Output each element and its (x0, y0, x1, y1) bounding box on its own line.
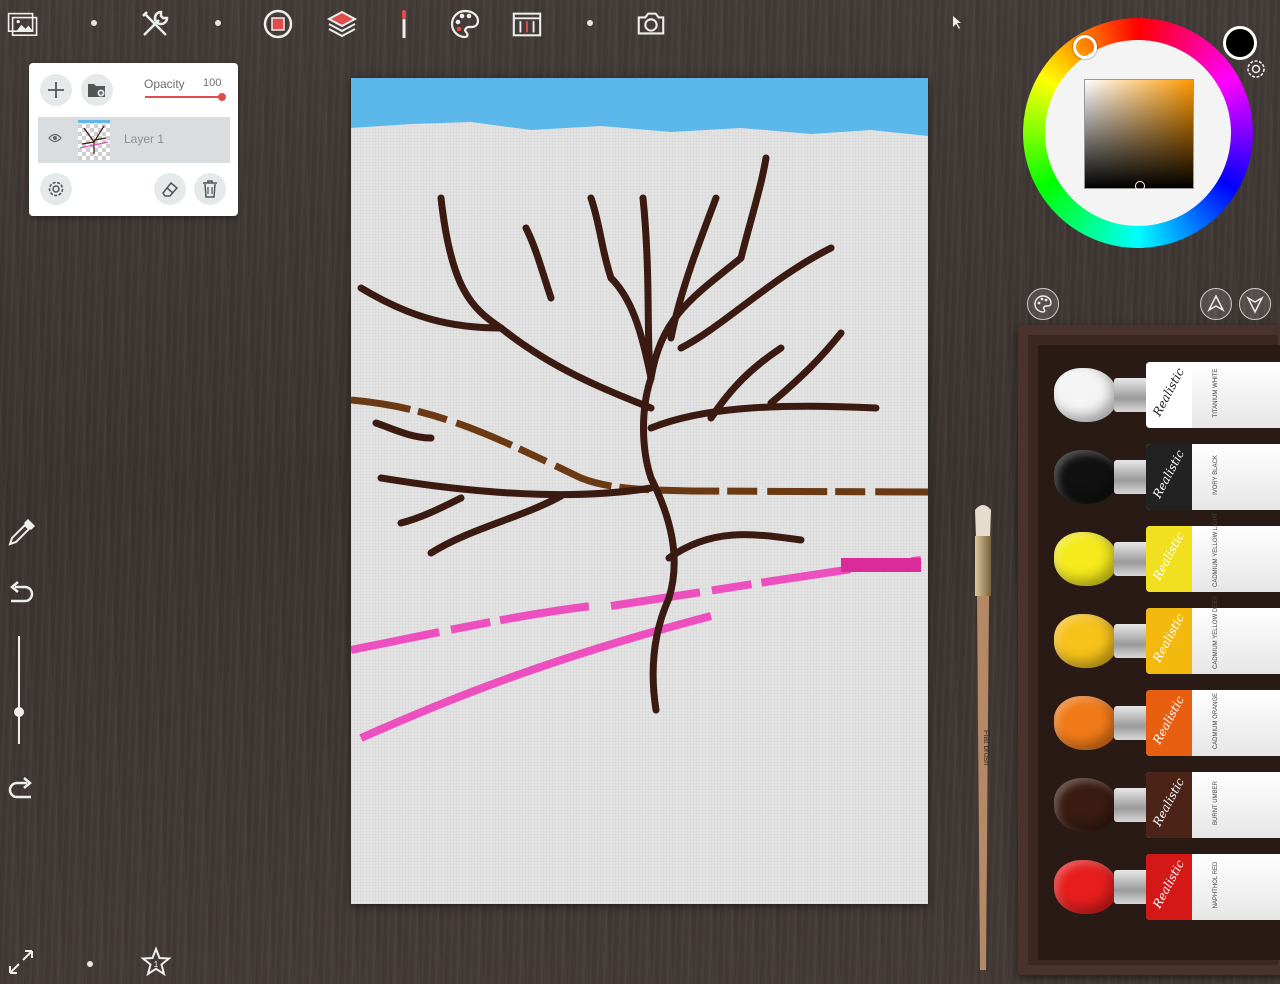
opacity-slider[interactable] (145, 96, 223, 98)
brush-label: Flat brush (982, 730, 991, 766)
fullscreen-icon[interactable] (5, 946, 37, 978)
palette-icon[interactable] (449, 8, 481, 40)
eye-icon[interactable] (48, 133, 62, 143)
add-layer-button[interactable] (40, 74, 72, 106)
paint-blob (1054, 696, 1118, 750)
tube-body: Realistic CADMIUM YELLOW LIGHT (1146, 512, 1280, 592)
tube-brand: Realistic (1150, 529, 1188, 583)
redo-icon[interactable] (5, 774, 37, 806)
layers-icon[interactable] (326, 8, 358, 40)
paint-tube[interactable]: Realistic CADMIUM YELLOW LIGHT (1050, 512, 1280, 594)
brush-size-slider-knob[interactable] (14, 707, 24, 717)
brush-tool-icon[interactable] (388, 8, 420, 40)
tube-brand: Realistic (1150, 447, 1188, 501)
tube-body: Realistic NAPHTHOL RED (1146, 854, 1280, 920)
tube-band: Realistic (1146, 854, 1192, 920)
brush-size-slider[interactable] (18, 636, 20, 744)
tube-band: Realistic (1146, 526, 1192, 592)
scroll-up-button[interactable] (1200, 288, 1232, 320)
paint-tube[interactable]: Realistic BURNT UMBER (1050, 768, 1280, 840)
gallery-icon[interactable] (7, 8, 39, 40)
tube-neck (1114, 706, 1150, 740)
paint-blob (1054, 368, 1118, 422)
tube-neck (1114, 624, 1150, 658)
tube-color-name: NAPHTHOL RED (1213, 861, 1219, 909)
paint-blob (1054, 778, 1118, 832)
tube-neck (1114, 788, 1150, 822)
add-group-button[interactable] (81, 74, 113, 106)
eyedropper-icon[interactable] (6, 516, 38, 548)
svg-text:1: 1 (154, 960, 159, 969)
paint-tube[interactable]: Realistic IVORY BLACK (1050, 440, 1280, 512)
saturation-value-square[interactable] (1084, 79, 1194, 189)
favorites-star-icon[interactable]: 1 (140, 946, 172, 978)
tube-brand: Realistic (1150, 693, 1188, 747)
tube-band: Realistic (1146, 362, 1192, 428)
toolbar-separator-dot (215, 20, 221, 26)
paint-blob (1054, 450, 1118, 504)
opacity-slider-knob[interactable] (218, 93, 226, 101)
flat-brush[interactable]: Flat brush (960, 500, 1010, 975)
paint-tube[interactable]: Realistic TITANIUM WHITE (1050, 358, 1280, 430)
tube-brand: Realistic (1150, 611, 1188, 665)
tube-body: Realistic TITANIUM WHITE (1146, 362, 1280, 428)
tube-color-name: CADMIUM YELLOW LIGHT (1213, 512, 1219, 587)
tube-color-name: IVORY BLACK (1213, 455, 1219, 495)
tools-icon[interactable] (139, 8, 171, 40)
tube-body: Realistic BURNT UMBER (1146, 772, 1280, 838)
layer-settings-button[interactable] (40, 173, 72, 205)
tube-color-name: BURNT UMBER (1213, 781, 1219, 825)
tube-body: Realistic IVORY BLACK (1146, 444, 1280, 510)
paint-tube[interactable]: Realistic CADMIUM YELLOW DEEP (1050, 595, 1280, 676)
tube-band: Realistic (1146, 690, 1192, 756)
artwork (351, 78, 928, 742)
toolbar-separator-dot (87, 961, 93, 967)
paint-blob (1054, 532, 1118, 586)
drawing-canvas[interactable] (351, 78, 928, 904)
record-icon[interactable] (262, 8, 294, 40)
layer-thumbnail (78, 120, 110, 160)
tube-body: Realistic CADMIUM YELLOW DEEP (1146, 595, 1280, 674)
tube-band: Realistic (1146, 608, 1192, 674)
paint-tube[interactable]: Realistic CADMIUM ORANGE (1050, 686, 1280, 758)
tube-brand: Realistic (1150, 365, 1188, 419)
tube-neck (1114, 378, 1150, 412)
toolbar-separator-dot (91, 20, 97, 26)
eraser-button[interactable] (154, 173, 186, 205)
layer-row[interactable]: Layer 1 (38, 117, 230, 163)
tube-band: Realistic (1146, 772, 1192, 838)
opacity-value: 100 (203, 77, 222, 89)
palette-mode-button[interactable] (1027, 288, 1059, 320)
tube-neck (1114, 460, 1150, 494)
color-settings-icon[interactable] (1245, 58, 1267, 80)
hue-handle[interactable] (1073, 35, 1097, 59)
tube-color-name: CADMIUM YELLOW DEEP (1213, 595, 1219, 669)
paint-tube[interactable]: Realistic NAPHTHOL RED (1050, 850, 1280, 922)
undo-icon[interactable] (5, 578, 37, 610)
tube-brand: Realistic (1150, 857, 1188, 911)
paint-blob (1054, 860, 1118, 914)
tube-band: Realistic (1146, 444, 1192, 510)
tube-neck (1114, 542, 1150, 576)
delete-layer-button[interactable] (194, 173, 226, 205)
tube-color-name: CADMIUM ORANGE (1213, 692, 1219, 750)
paint-blob (1054, 614, 1118, 668)
tube-brand: Realistic (1150, 775, 1188, 829)
cursor-icon (951, 15, 963, 31)
tube-color-name: TITANIUM WHITE (1213, 368, 1219, 418)
canvas-settings-icon[interactable] (511, 8, 543, 40)
opacity-label: Opacity (144, 77, 185, 91)
toolbar-separator-dot (587, 20, 593, 26)
tube-neck (1114, 870, 1150, 904)
saturation-value-handle[interactable] (1135, 181, 1145, 191)
layer-name: Layer 1 (124, 132, 165, 146)
camera-icon[interactable] (635, 8, 667, 40)
tube-body: Realistic CADMIUM ORANGE (1146, 690, 1280, 756)
scroll-down-button[interactable] (1239, 288, 1271, 320)
layers-panel: Opacity 100 Layer 1 (29, 63, 238, 216)
current-color-swatch[interactable] (1223, 26, 1257, 60)
